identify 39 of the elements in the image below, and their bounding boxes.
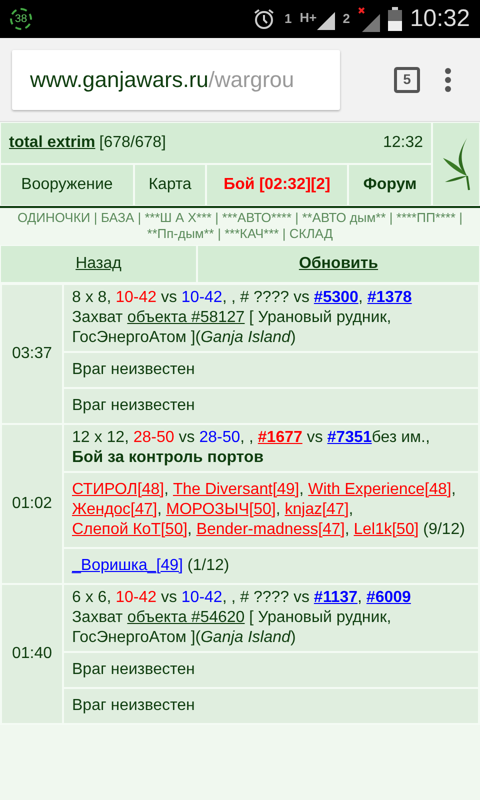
battle-info-text: 6 x 6, 10-42 vs 10-42, , # ???? vs #1137, #6009 xyxy=(72,588,412,608)
action-link[interactable]: Назад xyxy=(76,252,122,276)
object-link[interactable]: объекта #58127 xyxy=(127,308,245,326)
tabs-button[interactable]: 5 xyxy=(394,66,420,92)
action-link[interactable]: Обновить xyxy=(298,252,378,276)
network-type: H+ xyxy=(300,9,317,27)
hp-text: [678/678] xyxy=(99,133,166,153)
server-time: 12:32 xyxy=(382,133,423,153)
object-link[interactable]: объекта #54620 xyxy=(127,608,245,626)
alarm-icon xyxy=(252,7,276,31)
player-link[interactable]: _Воришка_[49] xyxy=(72,556,183,574)
battle-info-text: 12 x 12, 28-50 vs 28-50, , #1677 vs #7351без им., xyxy=(72,428,431,448)
team-link[interactable]: #5300 xyxy=(314,288,358,306)
battle-info-text: Захват объекта #54620 [ Урановый рудник, ГосЭнергоАтом ](Ganja Island) xyxy=(72,608,392,648)
team-link[interactable]: #6009 xyxy=(366,588,411,606)
battle-time: 01:02 xyxy=(12,494,52,512)
battle-info-text: 8 x 8, 10-42 vs 10-42, , # ???? vs #5300, #1378 xyxy=(72,288,413,308)
team-link[interactable]: #1378 xyxy=(367,288,412,306)
battle-info-text: Бой за контроль портов xyxy=(72,448,265,468)
team-list-text: Враг неизвестен xyxy=(72,396,196,416)
team-list-text: СТИРОЛ[48], The Diversant[49], With Experience[48], Жендос[47], МОРОЗЫЧ[50], knjaz[47], Слепой КоТ[50], Bender-madness[47], Lel1k[50] (9/12) xyxy=(72,480,466,540)
battle-time: 01:40 xyxy=(12,644,52,662)
team-list-text: Враг неизвестен xyxy=(72,360,196,380)
team-link[interactable]: #7351 xyxy=(327,428,372,446)
no-signal-icon xyxy=(358,6,380,32)
address-field[interactable]: www.ganjawars.ru/wargrou xyxy=(12,50,340,110)
battery-saver-icon: 38 xyxy=(10,8,32,30)
battle-info-text: Захват объекта #58127 [ Урановый рудник, ГосЭнергоАтом ](Ganja Island) xyxy=(72,308,392,348)
sim-label: 2 xyxy=(342,10,350,28)
team-list-text: _Воришка_[49] (1/12) xyxy=(72,556,230,576)
team-list-text: Враг неизвестен xyxy=(72,696,196,716)
team-list-text: Враг неизвестен xyxy=(72,660,196,680)
user-link[interactable]: total extrim xyxy=(9,131,96,155)
sim-label: 1 xyxy=(284,10,292,28)
team-link[interactable]: #1137 xyxy=(314,588,358,606)
battle-time: 03:37 xyxy=(12,344,52,362)
clock: 10:32 xyxy=(410,4,470,34)
menu-icon[interactable] xyxy=(444,68,452,92)
battery-icon xyxy=(388,7,402,31)
